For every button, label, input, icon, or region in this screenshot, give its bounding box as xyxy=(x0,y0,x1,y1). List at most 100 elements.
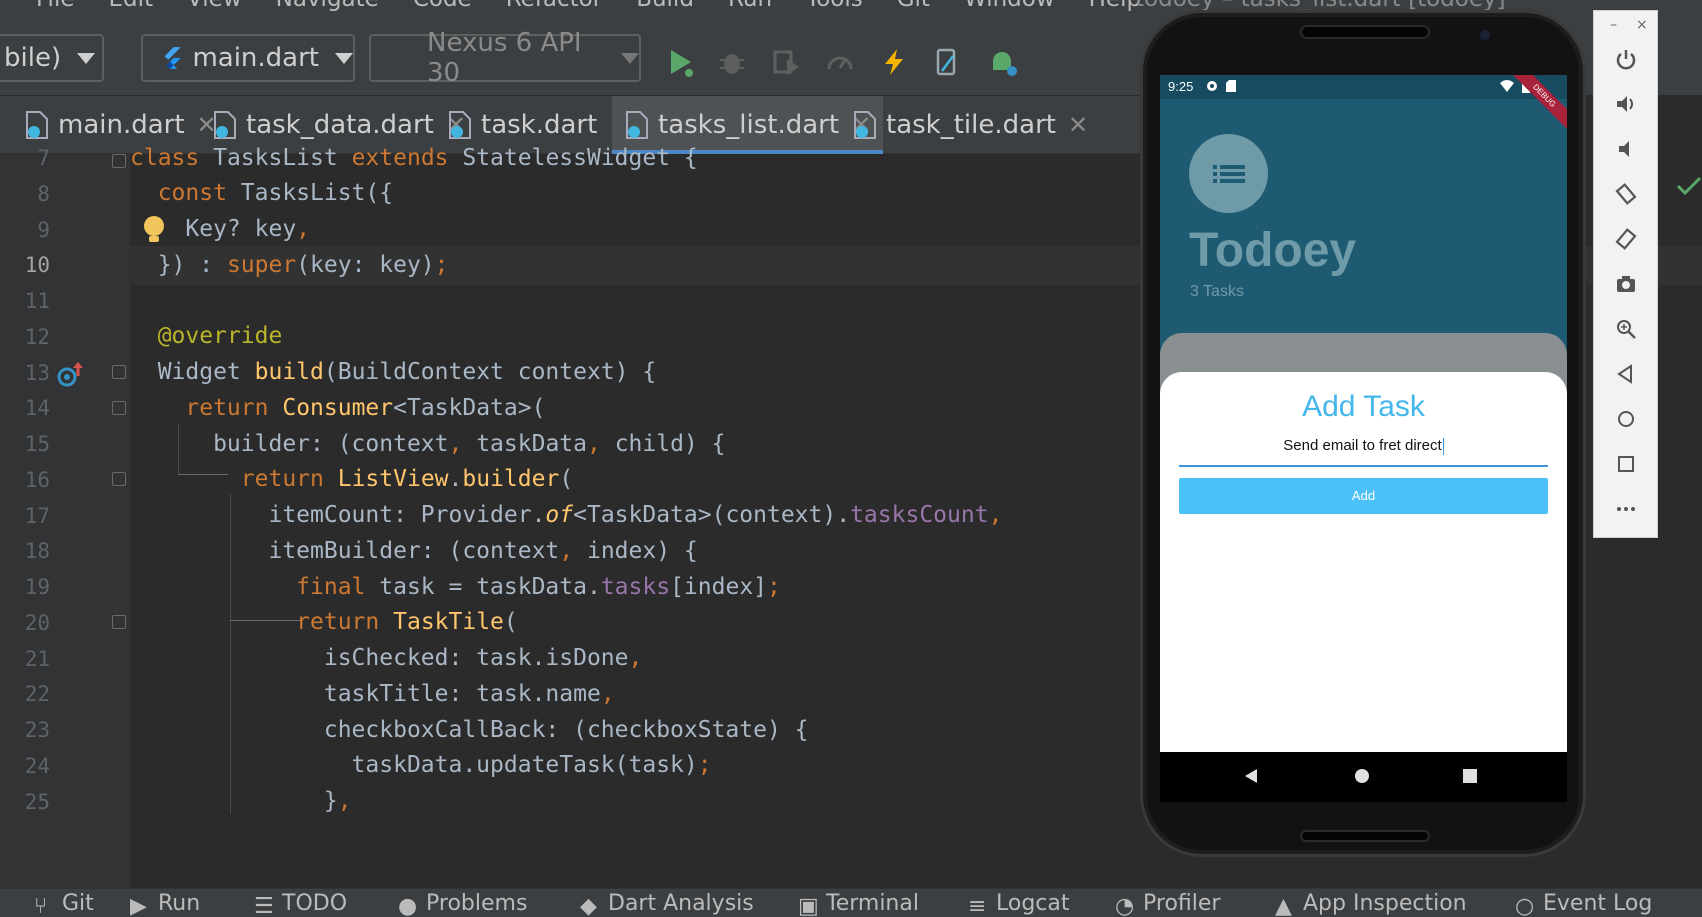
menu-item[interactable]: Navigate xyxy=(276,0,379,12)
fold-marker[interactable] xyxy=(112,365,126,379)
phone-speaker xyxy=(1300,25,1430,39)
problems-icon: ● xyxy=(398,893,418,917)
power-button[interactable] xyxy=(1612,45,1640,73)
phone-camera xyxy=(1480,30,1490,40)
check-icon xyxy=(1676,176,1702,196)
app-title: Todoey xyxy=(1189,224,1357,277)
tool-profiler[interactable]: ◔ Profiler xyxy=(1115,891,1221,917)
dart-file-icon xyxy=(447,110,473,140)
device-selector[interactable]: Nexus 6 API 30 xyxy=(369,28,641,88)
dart-file-icon xyxy=(212,110,238,140)
attach-icon xyxy=(773,50,799,75)
fold-marker[interactable] xyxy=(112,401,126,415)
tool-label: TODO xyxy=(282,891,348,916)
menu-item[interactable]: View xyxy=(187,0,242,12)
volume-down-button[interactable] xyxy=(1612,135,1640,163)
home-icon[interactable] xyxy=(1353,767,1371,785)
tool-todo[interactable]: ☰ TODO xyxy=(254,891,348,917)
home-button[interactable] xyxy=(1612,405,1640,433)
rotate-right-icon xyxy=(1615,228,1637,250)
dart-file-icon xyxy=(852,110,878,140)
android-sdk-icon xyxy=(993,52,1017,76)
tab-label: task_data.dart xyxy=(246,110,434,140)
add-task-button[interactable]: Add xyxy=(1179,478,1548,514)
flutter-icon xyxy=(164,47,181,69)
menu-item[interactable]: Git xyxy=(897,0,930,12)
tool-dart-analysis[interactable]: ◆ Dart Analysis xyxy=(580,891,754,917)
tool-app-inspection[interactable]: ▲ App Inspection xyxy=(1275,891,1467,917)
task-input[interactable]: Send email to fret direct xyxy=(1179,432,1548,467)
tool-label: Run xyxy=(158,891,201,916)
menu-item[interactable]: Build xyxy=(636,0,694,12)
line-number: 25 xyxy=(24,789,50,814)
close-button[interactable]: × xyxy=(1636,17,1648,33)
screenshot-button[interactable] xyxy=(1612,270,1640,298)
override-marker-icon[interactable] xyxy=(56,360,84,390)
tool-label: Profiler xyxy=(1143,891,1221,916)
tool-event-log[interactable]: ○ Event Log xyxy=(1515,891,1652,917)
android-nav-bar xyxy=(1160,752,1567,802)
tool-git[interactable]: ⑂ Git xyxy=(34,891,94,917)
line-gutter: 7 8 9 10 11 12 13 14 15 16 17 18 19 20 21 22 23 24 25 xyxy=(0,146,164,888)
volume-up-icon xyxy=(1617,96,1633,112)
line-number: 24 xyxy=(24,753,50,778)
zoom-button[interactable] xyxy=(1612,315,1640,343)
menu-item[interactable]: Run xyxy=(728,0,772,12)
debug-button[interactable] xyxy=(714,44,750,80)
menu-item[interactable]: Refactor xyxy=(506,0,602,12)
fold-marker[interactable] xyxy=(112,615,126,629)
tool-label: Problems xyxy=(426,891,528,916)
dart-file-icon xyxy=(624,110,650,140)
menu-item[interactable]: File xyxy=(36,0,75,12)
tool-logcat[interactable]: ≡ Logcat xyxy=(968,891,1070,917)
phone-speaker xyxy=(1300,830,1430,842)
rotate-left-icon xyxy=(1615,183,1637,205)
overview-icon[interactable] xyxy=(1461,767,1479,785)
tool-problems[interactable]: ● Problems xyxy=(398,891,528,917)
run-button[interactable] xyxy=(662,44,698,80)
run-icon xyxy=(671,50,693,77)
line-number: 7 xyxy=(37,146,50,170)
volume-up-button[interactable] xyxy=(1612,90,1640,118)
volume-down-icon xyxy=(1619,141,1629,157)
overview-icon xyxy=(1618,456,1634,472)
attach-debugger-button[interactable] xyxy=(768,44,804,80)
menu-item[interactable]: Edit xyxy=(109,0,154,12)
hot-reload-button[interactable] xyxy=(876,44,912,80)
fold-marker[interactable] xyxy=(112,154,126,168)
more-button[interactable] xyxy=(1612,495,1640,523)
menu-item[interactable]: Help xyxy=(1089,0,1141,12)
tab-label: main.dart xyxy=(58,110,185,140)
menu-item[interactable]: Window xyxy=(964,0,1055,12)
close-icon[interactable]: ✕ xyxy=(1068,111,1088,139)
dart-analysis-icon: ◆ xyxy=(580,893,597,917)
device-target-combo[interactable]: bile) xyxy=(0,34,104,82)
tool-terminal[interactable]: ▣ Terminal xyxy=(798,891,919,917)
tool-run[interactable]: ▶ Run xyxy=(130,891,201,917)
line-number: 21 xyxy=(24,646,50,671)
zoom-icon xyxy=(1617,320,1636,339)
profile-button[interactable] xyxy=(822,44,858,80)
overview-button[interactable] xyxy=(1612,450,1640,478)
terminal-icon: ▣ xyxy=(798,893,819,917)
tool-label: Git xyxy=(62,891,94,916)
minimize-button[interactable]: – xyxy=(1610,17,1617,33)
rotate-right-button[interactable] xyxy=(1612,225,1640,253)
rotate-left-button[interactable] xyxy=(1612,180,1640,208)
task-input-value: Send email to fret direct xyxy=(1283,437,1442,454)
more-icon xyxy=(1617,507,1635,511)
menu-item[interactable]: Code xyxy=(413,0,472,12)
run-config-combo[interactable]: main.dart xyxy=(141,34,355,82)
home-icon xyxy=(1618,411,1634,427)
tool-window-bar: ⑂ Git ▶ Run ☰ TODO ● Problems ◆ Dart Analysis… xyxy=(0,888,1702,917)
device-manager-button[interactable] xyxy=(928,44,964,80)
back-button[interactable] xyxy=(1612,360,1640,388)
tab-label: task_tile.dart xyxy=(886,110,1056,140)
emulator-screen[interactable]: 9:25 DEBUG Todoey 3 Tasks Add Task Send … xyxy=(1160,75,1567,752)
fold-marker[interactable] xyxy=(112,472,126,486)
profiler-icon: ◔ xyxy=(1115,893,1135,917)
menu-item[interactable]: Tools xyxy=(806,0,863,12)
back-icon[interactable] xyxy=(1243,767,1261,785)
sdk-manager-button[interactable] xyxy=(985,44,1021,80)
camera-icon xyxy=(1617,276,1635,292)
